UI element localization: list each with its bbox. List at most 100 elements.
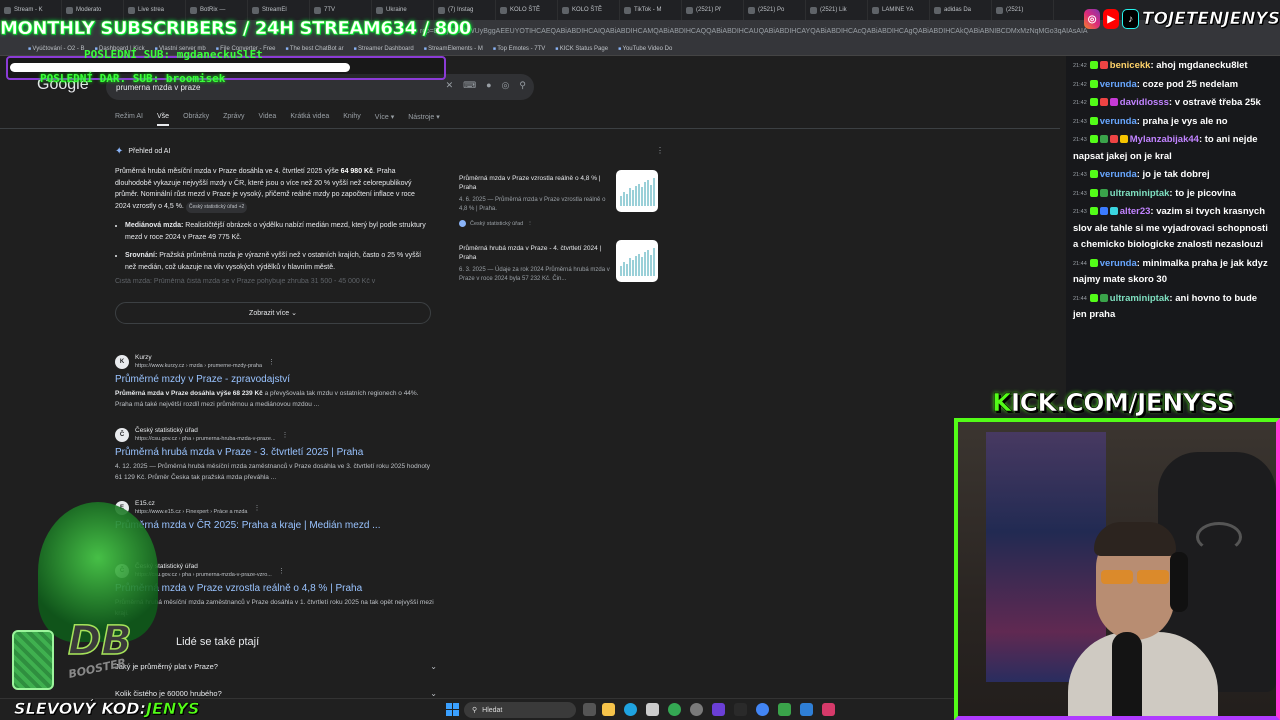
bookmark-item[interactable]: Vyúčtování - O2 - B <box>28 46 84 52</box>
tab-favicon-icon <box>4 6 11 14</box>
search-tab[interactable]: Zprávy <box>223 113 244 126</box>
search-tab[interactable]: Režim AI <box>115 113 143 126</box>
bookmark-item[interactable]: Streamer Dashboard <box>354 46 414 52</box>
app-icon[interactable] <box>822 703 835 716</box>
show-more-button[interactable]: Zobrazit více ⌄ <box>115 302 431 324</box>
site-favicon-icon: K <box>115 355 129 369</box>
file-explorer-icon[interactable] <box>602 703 615 716</box>
source-title: Průměrná mzda v Praze vzrostla reálně o … <box>459 175 601 191</box>
thumbnail-bar <box>632 260 634 276</box>
browser-tab[interactable]: KOLO ŠTĚ <box>558 0 620 20</box>
tab-label: (2521) <box>1006 7 1024 13</box>
tab-label: (2521) Po <box>758 7 785 13</box>
chrome-icon[interactable] <box>668 703 681 716</box>
chat-username[interactable]: Mylanzabijak44 <box>1130 134 1199 145</box>
bookmark-item[interactable]: The best ChatBot ar <box>285 46 344 52</box>
search-tab[interactable]: Knihy <box>343 113 361 126</box>
bookmark-item[interactable]: Top Emotes - 7TV <box>493 46 545 52</box>
more-options-icon[interactable]: ⋮ <box>527 221 533 227</box>
browser-tab[interactable]: BotRix — <box>186 0 248 20</box>
browser-tab[interactable]: (2521) Lik <box>806 0 868 20</box>
chat-badge-icon <box>1099 61 1108 69</box>
tab-label: (7) Instag <box>448 7 474 13</box>
tab-favicon-icon <box>376 6 383 14</box>
bookmark-item[interactable]: StreamElements - M <box>424 46 483 52</box>
chat-username[interactable]: verunda <box>1100 258 1137 269</box>
browser-tab[interactable]: Ukraine <box>372 0 434 20</box>
result-title-link[interactable]: Průměrná hrubá mzda v Praze - 3. čtvrtle… <box>115 447 445 458</box>
browser-tab[interactable]: (2521) <box>992 0 1054 20</box>
search-icon[interactable]: ⚲ <box>519 80 526 91</box>
streaming-app-icon[interactable] <box>712 703 725 716</box>
chat-badge-icon <box>1109 135 1118 143</box>
more-options-icon[interactable]: ⋮ <box>656 146 664 155</box>
browser-tab[interactable]: KOLO ŠTĚ <box>496 0 558 20</box>
subscriber-goal-banner: MONTHLY SUBSCRIBERS / 24H STREAM634 / 80… <box>0 18 472 40</box>
more-options-icon[interactable]: ⋮ <box>268 358 275 366</box>
more-options-icon[interactable]: ⋮ <box>254 504 261 512</box>
browser-tab[interactable]: StreamEl <box>248 0 310 20</box>
taskbar-search[interactable]: ⚲ Hledat <box>464 702 576 718</box>
lens-icon[interactable]: ◎ <box>502 80 510 91</box>
progress-pill <box>10 63 350 72</box>
edge-icon[interactable] <box>624 703 637 716</box>
browser-tab[interactable]: Moderato <box>62 0 124 20</box>
chat-username[interactable]: benicekk <box>1110 60 1151 71</box>
chat-username[interactable]: davidlosss <box>1120 97 1169 108</box>
search-tab[interactable]: Nástroje ▾ <box>408 113 440 126</box>
keyboard-icon[interactable]: ⌨ <box>463 80 476 91</box>
app-icon[interactable] <box>734 703 747 716</box>
search-tab[interactable]: Krátká videa <box>290 113 329 126</box>
browser-tab[interactable]: adidas Da <box>930 0 992 20</box>
ai-source-chip[interactable]: Český statistický úřad +2 <box>185 201 248 213</box>
app-icon[interactable] <box>800 703 813 716</box>
chrome-icon[interactable] <box>756 703 769 716</box>
tab-favicon-icon <box>934 6 941 14</box>
chat-username[interactable]: verunda <box>1100 79 1137 90</box>
search-tab[interactable]: Videa <box>259 113 277 126</box>
chat-timestamp: 21:43 <box>1073 190 1087 197</box>
result-site: Č Český statistický úřad https://csu.gov.c… <box>115 427 445 443</box>
browser-tab[interactable]: (2521) Př <box>682 0 744 20</box>
thumbnail-bar <box>644 252 646 276</box>
chat-username[interactable]: verunda <box>1100 169 1137 180</box>
tab-favicon-icon <box>190 6 197 14</box>
browser-tab[interactable]: (2521) Po <box>744 0 806 20</box>
bookmark-item[interactable]: KICK Status Page <box>555 46 608 52</box>
source-meta: 4. 6. 2025 — Průměrná mzda v Praze vzros… <box>459 197 606 212</box>
browser-tab[interactable]: 7TV <box>310 0 372 20</box>
windows-start-icon[interactable] <box>446 703 459 716</box>
chat-username[interactable]: alter23 <box>1120 206 1151 217</box>
app-icon[interactable] <box>690 703 703 716</box>
search-tab[interactable]: Vše <box>157 113 170 126</box>
store-icon[interactable] <box>646 703 659 716</box>
ai-source-card[interactable]: Průměrná hrubá mzda v Praze - 4. čtvrtle… <box>459 240 659 300</box>
thumbnail-bar <box>629 258 631 276</box>
tab-favicon-icon <box>252 6 259 14</box>
bookmark-item[interactable]: YouTube Video Do <box>618 46 673 52</box>
browser-tab[interactable]: TikTok - M <box>620 0 682 20</box>
chat-username[interactable]: verunda <box>1100 116 1137 127</box>
task-view-icon[interactable] <box>583 703 596 716</box>
taskbar-search-label: Hledat <box>482 706 503 714</box>
chat-badge-icon <box>1099 98 1108 106</box>
browser-tab[interactable]: Stream - K <box>0 0 62 20</box>
more-options-icon[interactable]: ⋮ <box>282 431 289 439</box>
discount-code-label: SLEVOVÝ KOD:JENYS <box>14 699 200 719</box>
chat-username[interactable]: ultraminiptak <box>1110 188 1170 199</box>
app-icon[interactable] <box>778 703 791 716</box>
browser-tab[interactable]: LAMINE YA <box>868 0 930 20</box>
mic-icon[interactable]: ● <box>486 80 491 91</box>
chat-username[interactable]: ultraminiptak <box>1110 293 1170 304</box>
search-tab[interactable]: Více ▾ <box>375 113 394 126</box>
tab-label: Stream - K <box>14 7 43 13</box>
ai-source-card[interactable]: Průměrná mzda v Praze vzrostla reálně o … <box>459 170 659 230</box>
clear-icon[interactable]: ✕ <box>446 80 454 91</box>
search-tab[interactable]: Obrázky <box>183 113 209 126</box>
result-title-link[interactable]: Průměrné mzdy v Praze - zpravodajství <box>115 374 445 385</box>
thumbnail-bar <box>638 184 640 206</box>
more-options-icon[interactable]: ⋮ <box>278 567 285 575</box>
browser-tab[interactable]: Live strea <box>124 0 186 20</box>
chat-badge-icon <box>1089 293 1098 302</box>
browser-tab[interactable]: (7) Instag <box>434 0 496 20</box>
